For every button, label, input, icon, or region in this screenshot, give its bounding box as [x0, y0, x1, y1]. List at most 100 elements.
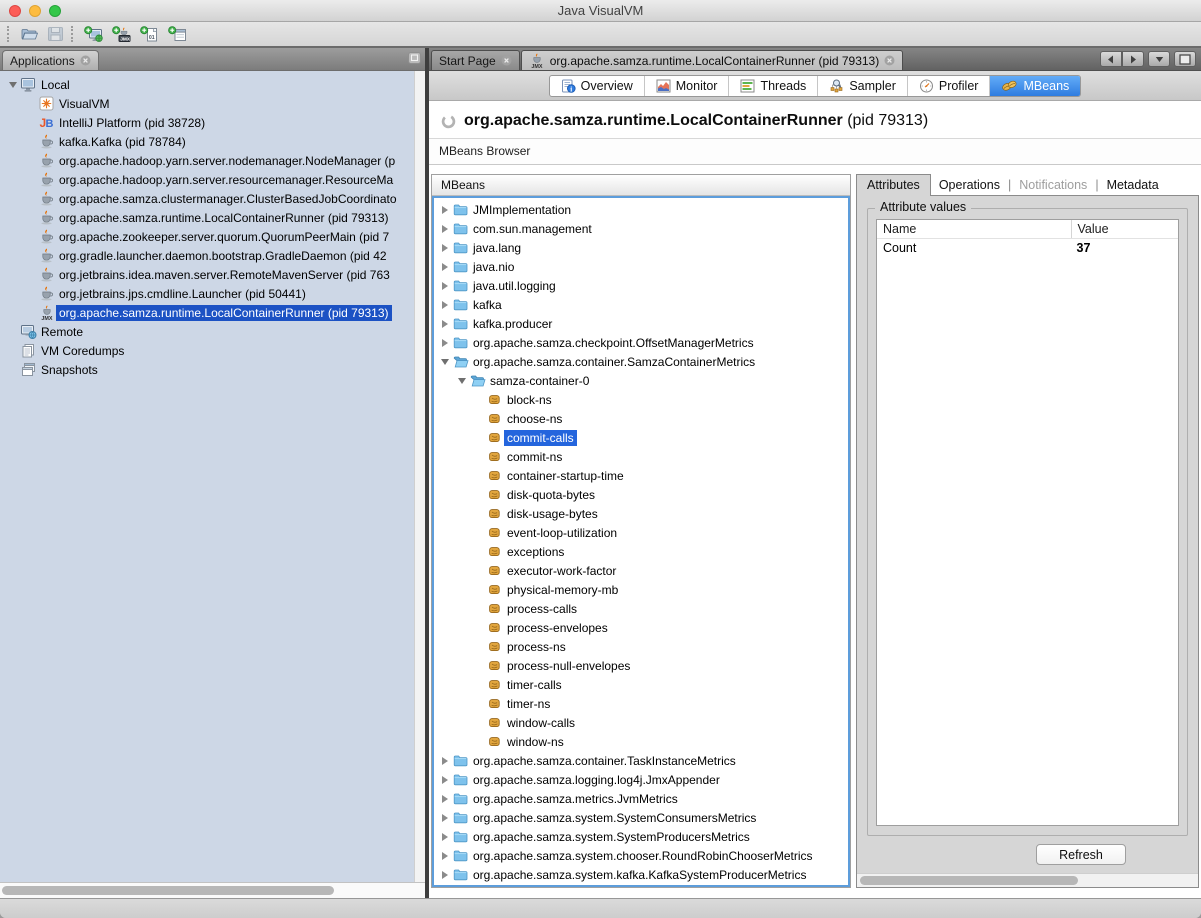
application-tree-item[interactable]: org.apache.zookeeper.server.quorum.Quoru… — [0, 227, 414, 246]
view-tab-overview[interactable]: iOverview — [550, 76, 645, 96]
application-tree-item[interactable]: Snapshots — [0, 360, 414, 379]
application-tree-item[interactable]: Remote — [0, 322, 414, 341]
add-jmx-connection-button[interactable]: JMX — [108, 25, 136, 44]
application-tree-item[interactable]: org.apache.samza.clustermanager.ClusterB… — [0, 189, 414, 208]
close-window-button[interactable] — [9, 5, 21, 17]
mbean-tree-item[interactable]: exceptions — [434, 542, 848, 561]
expand-arrow-icon[interactable] — [438, 852, 451, 860]
mbean-tree-item[interactable]: java.lang — [434, 238, 848, 257]
applications-horizontal-scrollbar[interactable] — [0, 882, 425, 898]
mbean-tree-item[interactable]: org.apache.samza.system.SystemConsumersM… — [434, 808, 848, 827]
mbean-tree-item[interactable]: physical-memory-mb — [434, 580, 848, 599]
mbean-tree-item[interactable]: timer-calls — [434, 675, 848, 694]
view-tab-monitor[interactable]: Monitor — [645, 76, 730, 96]
add-vm-coredump-button[interactable]: 01 — [136, 25, 164, 44]
mbean-tree-item[interactable]: org.apache.samza.system.kafka.KafkaSyste… — [434, 865, 848, 884]
mbean-tree-item[interactable]: executor-work-factor — [434, 561, 848, 580]
application-tree-item[interactable]: Local — [0, 75, 414, 94]
view-tab-profiler[interactable]: Profiler — [908, 76, 991, 96]
mbean-tree-item[interactable]: process-calls — [434, 599, 848, 618]
mbean-tree-item[interactable]: org.apache.samza.system.SystemProducersM… — [434, 827, 848, 846]
mbean-tree-item[interactable]: disk-quota-bytes — [434, 485, 848, 504]
mbean-tree-item[interactable]: disk-usage-bytes — [434, 504, 848, 523]
zoom-window-button[interactable] — [49, 5, 61, 17]
applications-vertical-scrollbar[interactable] — [414, 71, 425, 882]
expand-arrow-icon[interactable] — [438, 282, 451, 290]
scrollbar-thumb[interactable] — [860, 876, 1078, 885]
application-tree-item[interactable]: JMXorg.apache.samza.runtime.LocalContain… — [0, 303, 414, 322]
mbean-tree-item[interactable]: timer-ns — [434, 694, 848, 713]
title-bar[interactable]: Java VisualVM — [0, 0, 1201, 22]
mbean-tree-item[interactable]: kafka — [434, 295, 848, 314]
column-header-name[interactable]: Name — [877, 220, 1071, 238]
mbean-tree-item[interactable]: org.apache.samza.container.SamzaContaine… — [434, 352, 848, 371]
document-tab[interactable]: JMXorg.apache.samza.runtime.LocalContain… — [521, 50, 904, 70]
application-tree-item[interactable]: org.jetbrains.idea.maven.server.RemoteMa… — [0, 265, 414, 284]
attribute-row[interactable]: Count37 — [877, 239, 1178, 258]
mbean-tree-item[interactable]: commit-ns — [434, 447, 848, 466]
mbean-tree-item[interactable]: process-envelopes — [434, 618, 848, 637]
maximize-view-button[interactable] — [1174, 51, 1196, 67]
expand-arrow-icon[interactable] — [438, 757, 451, 765]
application-tree-item[interactable]: VisualVM — [0, 94, 414, 113]
detail-tab-metadata[interactable]: Metadata — [1099, 175, 1167, 196]
application-tree-item[interactable]: JBIntelliJ Platform (pid 38728) — [0, 113, 414, 132]
collapse-arrow-icon[interactable] — [438, 359, 451, 365]
close-tab-icon[interactable] — [884, 55, 895, 66]
expand-arrow-icon[interactable] — [438, 795, 451, 803]
load-snapshot-button[interactable] — [16, 25, 43, 43]
column-header-value[interactable]: Value — [1071, 220, 1179, 238]
expand-arrow-icon[interactable] — [438, 225, 451, 233]
expand-arrow-icon[interactable] — [438, 244, 451, 252]
expand-arrow-icon[interactable] — [438, 301, 451, 309]
mbean-tree-item[interactable]: org.apache.samza.checkpoint.OffsetManage… — [434, 333, 848, 352]
add-remote-host-button[interactable] — [80, 25, 108, 44]
view-tab-mbeans[interactable]: MBeans — [990, 76, 1080, 96]
detail-tab-attributes[interactable]: Attributes — [856, 174, 931, 196]
details-horizontal-scrollbar[interactable] — [857, 873, 1198, 887]
collapse-arrow-icon[interactable] — [455, 378, 468, 384]
tab-applications[interactable]: Applications — [2, 50, 99, 70]
expand-arrow-icon[interactable] — [438, 263, 451, 271]
mbean-tree-item[interactable]: java.nio — [434, 257, 848, 276]
mbean-tree-item[interactable]: org.apache.samza.system.chooser.RoundRob… — [434, 846, 848, 865]
scroll-tabs-left-button[interactable] — [1100, 51, 1122, 67]
scroll-tabs-right-button[interactable] — [1122, 51, 1144, 67]
application-tree-item[interactable]: VM Coredumps — [0, 341, 414, 360]
mbean-tree-item[interactable]: process-ns — [434, 637, 848, 656]
document-tab[interactable]: Start Page — [431, 50, 520, 70]
minimize-window-button[interactable] — [29, 5, 41, 17]
mbean-tree-item[interactable]: JMImplementation — [434, 200, 848, 219]
application-tree-item[interactable]: org.apache.hadoop.yarn.server.nodemanage… — [0, 151, 414, 170]
mbean-tree-item[interactable]: container-startup-time — [434, 466, 848, 485]
mbean-tree-item[interactable]: org.apache.samza.metrics.JvmMetrics — [434, 789, 848, 808]
mbean-tree-item[interactable]: java.util.logging — [434, 276, 848, 295]
mbean-tree-item[interactable]: event-loop-utilization — [434, 523, 848, 542]
mbean-tree-item[interactable]: org.apache.samza.logging.log4j.JmxAppend… — [434, 770, 848, 789]
mbean-tree-item[interactable]: block-ns — [434, 390, 848, 409]
application-tree-item[interactable]: org.gradle.launcher.daemon.bootstrap.Gra… — [0, 246, 414, 265]
expand-arrow-icon[interactable] — [438, 320, 451, 328]
mbean-tree-item[interactable]: process-null-envelopes — [434, 656, 848, 675]
application-tree-item[interactable]: kafka.Kafka (pid 78784) — [0, 132, 414, 151]
detail-tab-operations[interactable]: Operations — [931, 175, 1008, 196]
view-tab-threads[interactable]: Threads — [729, 76, 818, 96]
mbean-tree-item[interactable]: commit-calls — [434, 428, 848, 447]
application-tree-item[interactable]: org.apache.hadoop.yarn.server.resourcema… — [0, 170, 414, 189]
mbean-tree-item[interactable]: org.apache.samza.container.TaskInstanceM… — [434, 751, 848, 770]
mbean-tree-item[interactable]: kafka.producer — [434, 314, 848, 333]
float-panel-button[interactable] — [408, 52, 421, 64]
refresh-button[interactable]: Refresh — [1036, 844, 1126, 865]
application-tree-item[interactable]: org.apache.samza.runtime.LocalContainerR… — [0, 208, 414, 227]
add-snapshot-button[interactable] — [164, 25, 192, 44]
expand-arrow-icon[interactable] — [438, 339, 451, 347]
close-applications-tab-icon[interactable] — [80, 55, 91, 66]
expand-arrow-icon[interactable] — [438, 871, 451, 879]
scrollbar-thumb[interactable] — [2, 886, 334, 895]
expand-arrow-icon[interactable] — [438, 206, 451, 214]
view-tab-sampler[interactable]: Sampler — [818, 76, 908, 96]
attribute-value[interactable]: 37 — [1071, 239, 1179, 258]
expand-arrow-icon[interactable] — [438, 833, 451, 841]
close-tab-icon[interactable] — [501, 55, 512, 66]
mbean-tree-item[interactable]: com.sun.management — [434, 219, 848, 238]
